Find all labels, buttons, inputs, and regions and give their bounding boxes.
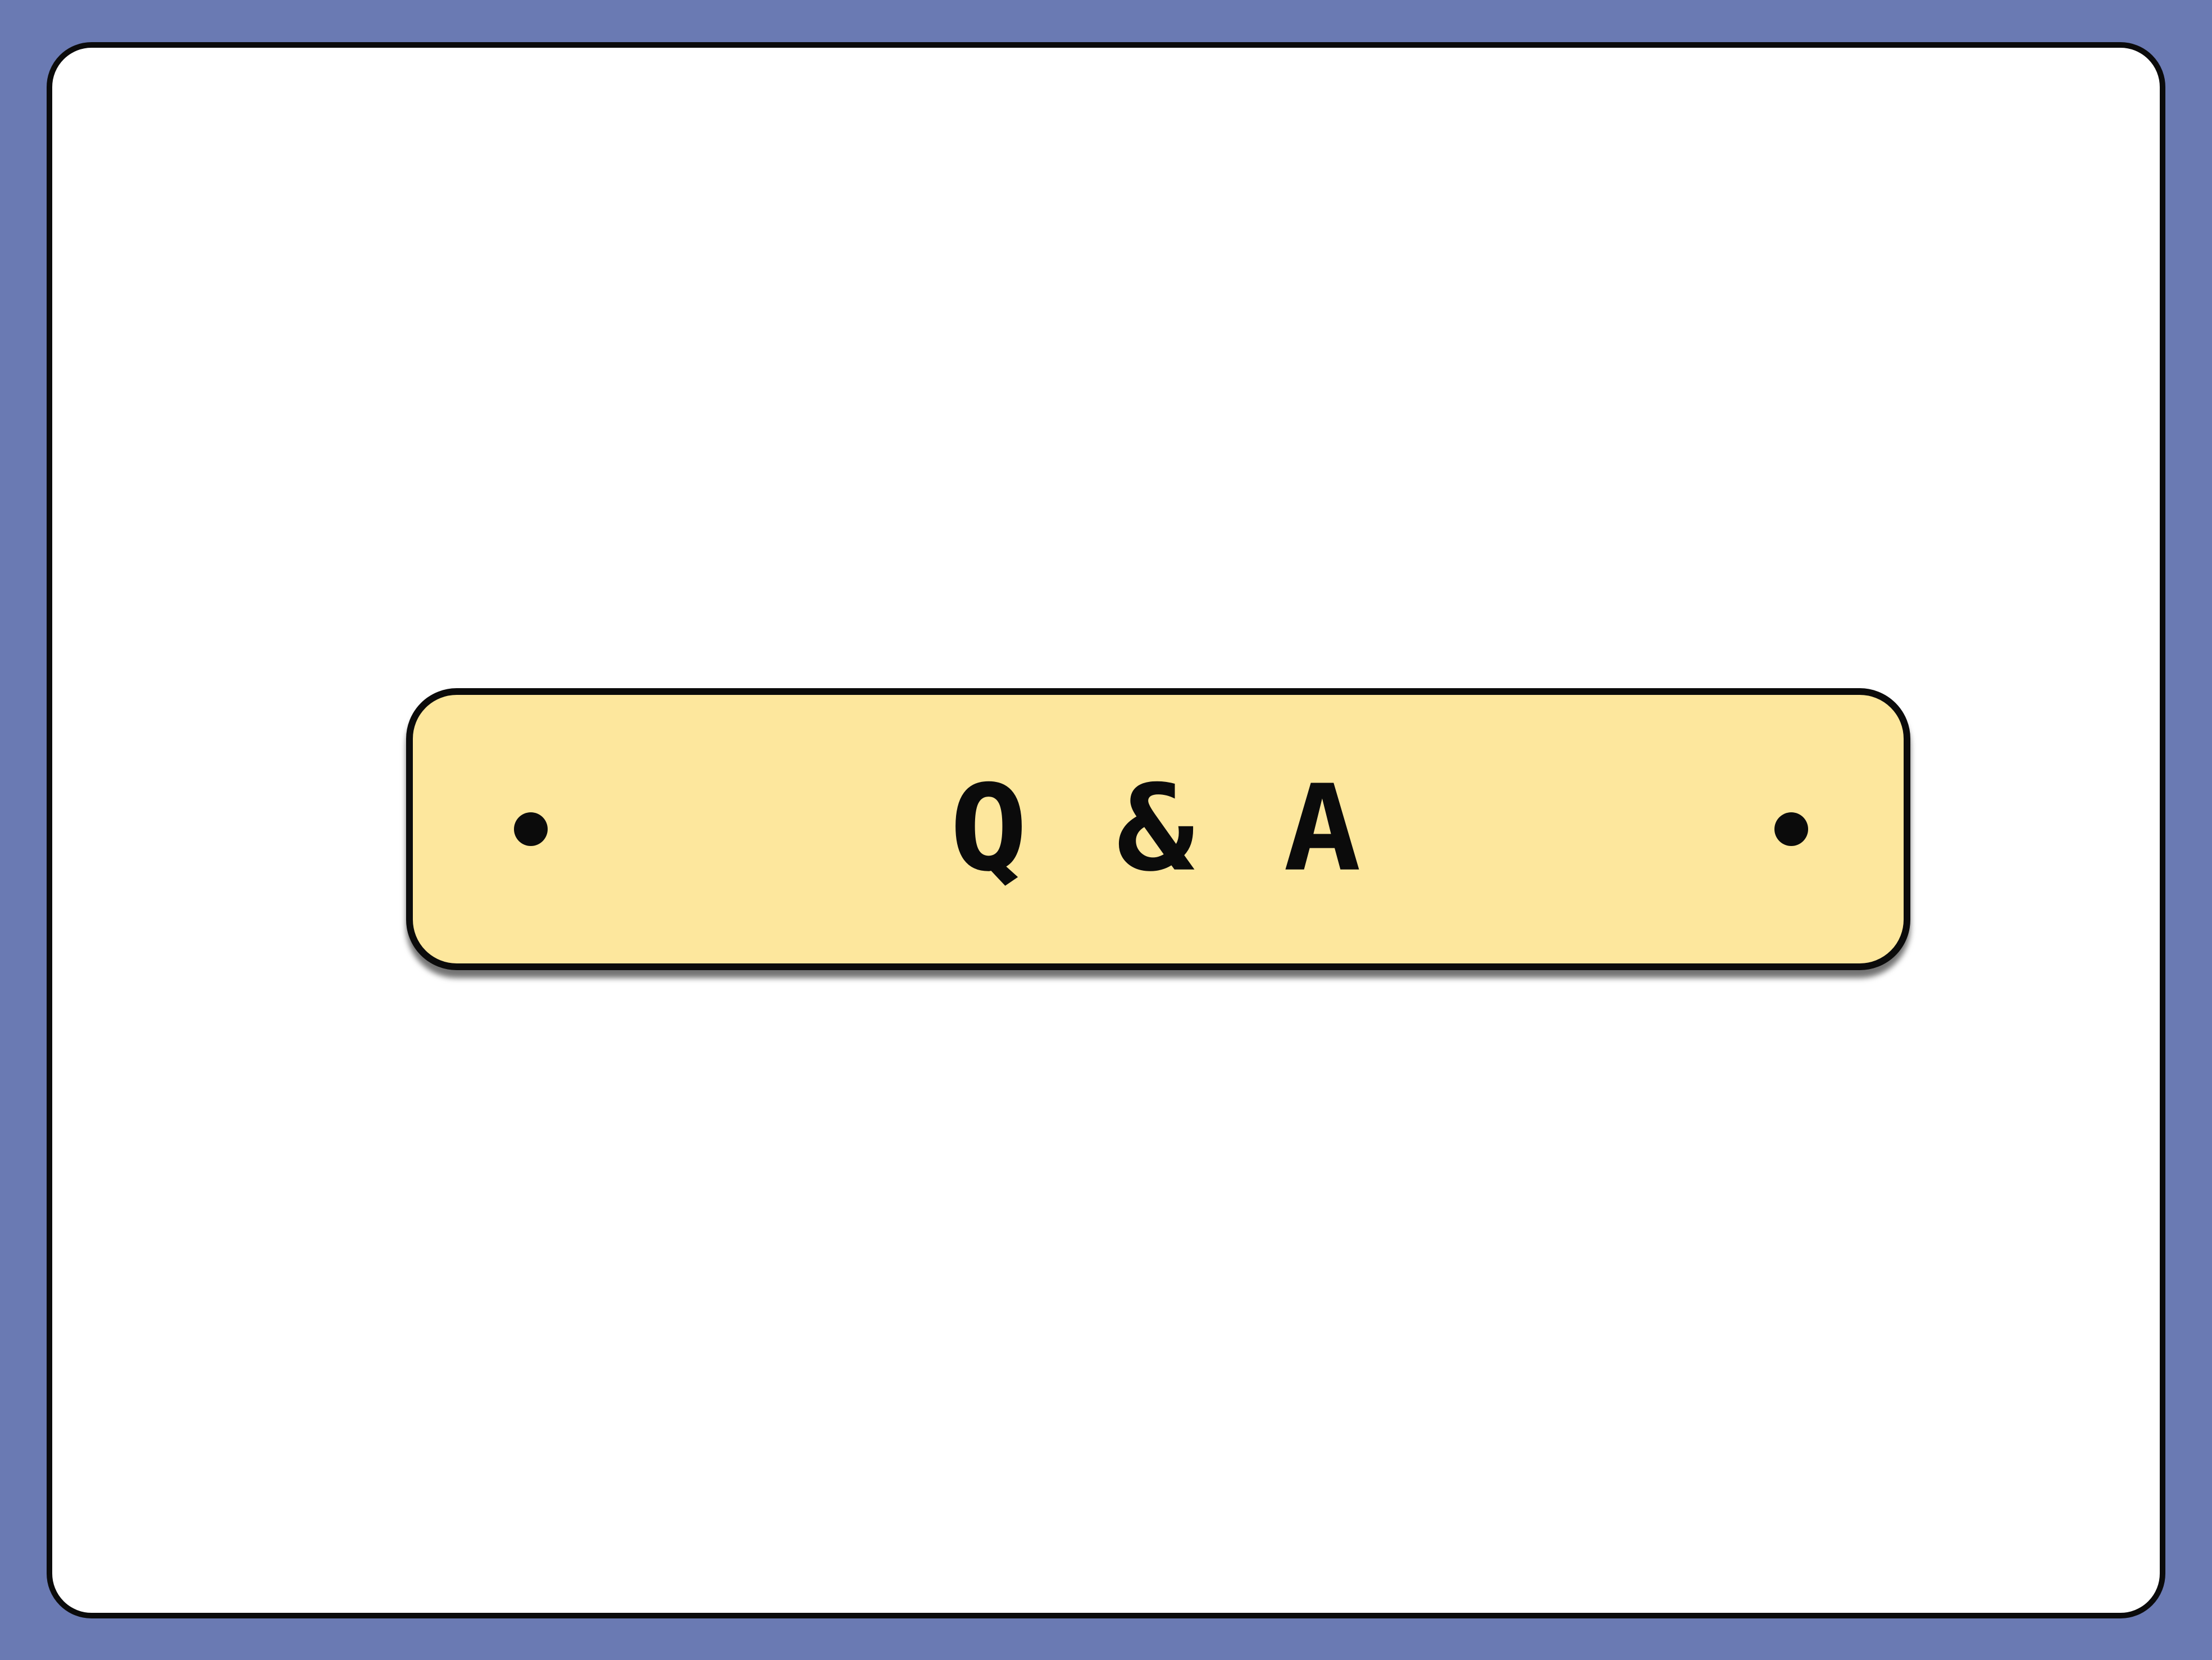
slide-card: Q & A xyxy=(47,42,2165,1618)
left-dot-icon xyxy=(514,812,548,846)
right-dot-icon xyxy=(1774,812,1808,846)
slide-title: Q & A xyxy=(949,759,1367,898)
title-banner: Q & A xyxy=(406,688,1910,970)
